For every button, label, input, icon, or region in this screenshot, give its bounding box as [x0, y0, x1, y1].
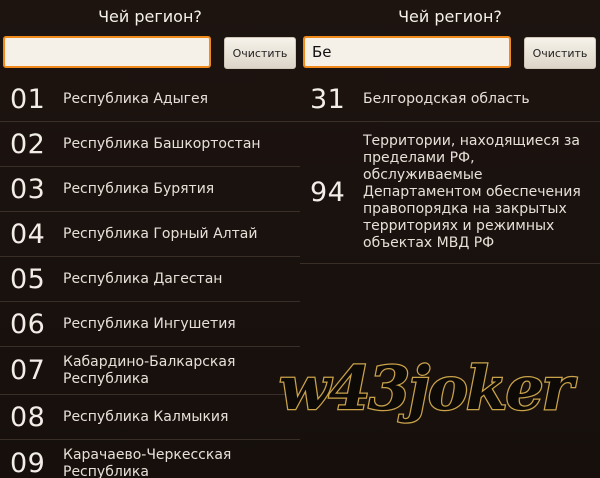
screen-title: Чей регион?: [398, 7, 502, 26]
region-name: Республика Ингушетия: [63, 315, 236, 332]
region-name: Республика Дагестан: [63, 270, 223, 287]
region-item-02[interactable]: 02 Республика Башкортостан: [0, 122, 300, 167]
region-code: 07: [10, 355, 46, 386]
region-item-04[interactable]: 04 Республика Горный Алтай: [0, 212, 300, 257]
region-code: 04: [10, 218, 46, 250]
search-row: Очистить: [300, 34, 600, 76]
region-item-31[interactable]: 31 Белгородская область: [300, 78, 600, 122]
region-name: Республика Адыгея: [63, 91, 209, 107]
region-code: 02: [10, 128, 46, 160]
region-name: Белгородская область: [363, 91, 530, 107]
clear-button[interactable]: Очистить: [224, 37, 296, 69]
region-code: 01: [10, 84, 46, 115]
watermark-logo: w43joker: [278, 353, 581, 426]
region-item-08[interactable]: 08 Республика Калмыкия: [0, 395, 300, 440]
region-code: 05: [10, 263, 46, 295]
region-name: Кабардино-Балкарская Республика: [63, 353, 236, 387]
region-item-06[interactable]: 06 Республика Ингушетия: [0, 302, 300, 347]
search-row: Очистить: [0, 34, 300, 76]
region-item-03[interactable]: 03 Республика Бурятия: [0, 167, 300, 212]
region-search-input[interactable]: [303, 36, 511, 68]
region-item-09[interactable]: 09 Карачаево-Черкесская Республика: [0, 440, 300, 478]
clear-button[interactable]: Очистить: [524, 37, 596, 69]
region-name: Территории, находящиеся за пределами РФ,…: [363, 133, 581, 251]
region-name: Республика Калмыкия: [63, 408, 229, 425]
region-name: Карачаево-Черкесская Республика: [63, 446, 232, 478]
region-list: 31 Белгородская область 94 Территории, н…: [300, 78, 600, 264]
region-item-01[interactable]: 01 Республика Адыгея: [0, 78, 300, 122]
region-code: 94: [310, 177, 346, 208]
region-code: 09: [10, 448, 46, 478]
region-code: 03: [10, 173, 46, 205]
region-search-input[interactable]: [3, 36, 211, 68]
region-item-07[interactable]: 07 Кабардино-Балкарская Республика: [0, 347, 300, 395]
region-item-05[interactable]: 05 Республика Дагестан: [0, 257, 300, 302]
region-code: 06: [10, 308, 46, 340]
region-code: 31: [310, 84, 346, 115]
region-item-94[interactable]: 94 Территории, находящиеся за пределами …: [300, 122, 600, 264]
region-name: Республика Башкортостан: [63, 135, 261, 152]
left-screen: Чей регион? Очистить 01 Республика Адыге…: [0, 0, 300, 478]
screen-title: Чей регион?: [98, 7, 202, 26]
region-name: Республика Бурятия: [63, 180, 215, 197]
region-name: Республика Горный Алтай: [63, 225, 258, 242]
region-code: 08: [10, 401, 46, 433]
watermark-text: w43joker: [279, 354, 578, 424]
region-list: 01 Республика Адыгея 02 Республика Башко…: [0, 78, 300, 478]
